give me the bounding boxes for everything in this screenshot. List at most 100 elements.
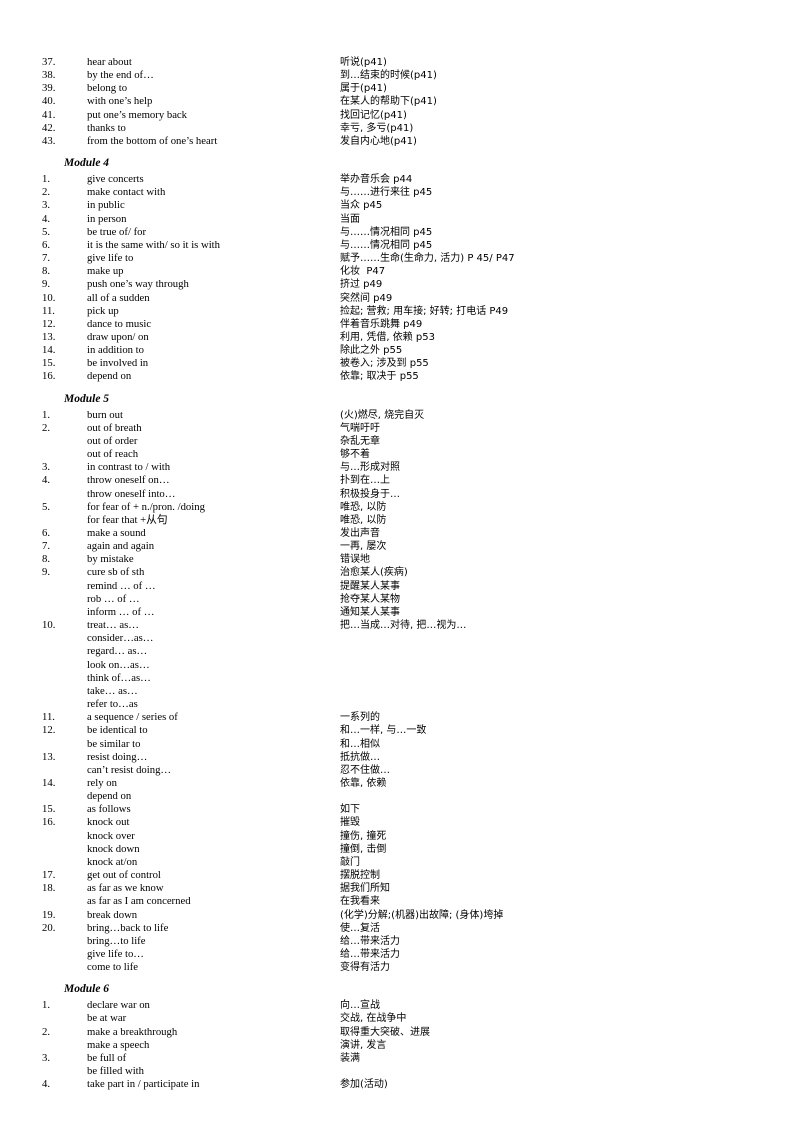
entry-chinese: 和…一样, 与…一致 bbox=[340, 725, 427, 737]
entry-english: remind … of … bbox=[87, 579, 156, 592]
entry-number: 15. bbox=[42, 357, 56, 370]
vocab-row: rob … of … 抢夺某人某物 bbox=[40, 593, 760, 606]
entry-english: burn out bbox=[87, 408, 123, 421]
entry-chinese: 当众 p45 bbox=[340, 200, 383, 212]
entry-english: as follows bbox=[87, 803, 131, 816]
entry-english: rob … of … bbox=[87, 592, 140, 605]
entry-english: hear about bbox=[87, 56, 132, 68]
vocab-row: regard… as… bbox=[40, 645, 760, 658]
vocab-row: be at war 交战, 在战争中 bbox=[40, 1012, 760, 1025]
vocab-row: 17. get out of control 摆脱控制 bbox=[40, 869, 760, 882]
entry-english: be identical to bbox=[87, 724, 148, 737]
vocab-row: 10. all of a sudden 突然间 p49 bbox=[40, 292, 760, 305]
entry-chinese: 幸亏, 多亏(p41) bbox=[340, 122, 414, 134]
entry-chinese: 依靠; 取决于 p55 bbox=[340, 371, 419, 383]
entry-number: 37. bbox=[42, 56, 56, 68]
vocab-row: 2. make contact with 与……进行来往 p45 bbox=[40, 186, 760, 199]
entry-number: 18. bbox=[42, 882, 56, 895]
entry-number: 10. bbox=[42, 291, 56, 304]
entry-chinese: 通知某人某事 bbox=[340, 606, 400, 618]
vocab-row: 11. a sequence / series of 一系列的 bbox=[40, 711, 760, 724]
vocab-row: 10. treat… as… 把…当成…对待, 把…视为… bbox=[40, 619, 760, 632]
entry-number: 40. bbox=[42, 95, 56, 108]
entry-chinese: 抵抗做… bbox=[340, 751, 380, 763]
entry-number: 4. bbox=[42, 212, 51, 225]
entry-english: come to life bbox=[87, 961, 139, 974]
vocab-row: remind … of … 提醒某人某事 bbox=[40, 580, 760, 593]
entry-english: it is the same with/ so it is with bbox=[87, 238, 220, 251]
entry-chinese: (化学)分解;(机器)出故障; (身体)垮掉 bbox=[340, 909, 504, 921]
entry-number: 7. bbox=[42, 252, 51, 265]
vocab-row: 41. put one’s memory back 找回记忆(p41) bbox=[40, 109, 760, 122]
entry-chinese: 利用, 凭借, 依赖 p53 bbox=[340, 331, 435, 343]
entry-number: 6. bbox=[42, 527, 51, 539]
vocab-row: 13. draw upon/ on 利用, 凭借, 依赖 p53 bbox=[40, 331, 760, 344]
vocab-row: 2. make a breakthrough 取得重大突破、进展 bbox=[40, 1026, 760, 1039]
entry-number: 5. bbox=[42, 225, 51, 238]
vocab-row: 4. take part in / participate in 参加(活动) bbox=[40, 1078, 760, 1091]
entry-english: take part in / participate in bbox=[87, 1078, 200, 1091]
vocab-row: 6. make a sound 发出声音 bbox=[40, 527, 760, 540]
entry-chinese: 找回记忆(p41) bbox=[340, 109, 407, 121]
vocab-row: knock down 撞倒, 击倒 bbox=[40, 843, 760, 856]
vocab-row: 14. in addition to 除此之外 p55 bbox=[40, 344, 760, 357]
entry-chinese: 摧毁 bbox=[340, 817, 360, 829]
entry-english: rely on bbox=[87, 776, 117, 789]
module-heading: Module 5 bbox=[64, 392, 110, 405]
vocab-row: 3. in public 当众 p45 bbox=[40, 199, 760, 212]
entry-english: in addition to bbox=[87, 344, 144, 357]
vocab-row: 15. as follows 如下 bbox=[40, 803, 760, 816]
entry-english: by mistake bbox=[87, 553, 134, 566]
entry-number: 5. bbox=[42, 500, 51, 513]
entry-english: dance to music bbox=[87, 317, 152, 330]
entry-english: pick up bbox=[87, 304, 119, 317]
vocab-row: 16. depend on 依靠; 取决于 p55 bbox=[40, 370, 760, 383]
entry-chinese: 听说(p41) bbox=[340, 57, 387, 68]
entry-number: 9. bbox=[42, 278, 51, 291]
entry-english: all of a sudden bbox=[87, 291, 150, 304]
entry-english: out of reach bbox=[87, 448, 139, 461]
entry-english: get out of control bbox=[87, 869, 161, 882]
entry-chinese: 如下 bbox=[340, 804, 360, 816]
vocab-row: 8. make up 化妆 P47 bbox=[40, 265, 760, 278]
entry-english: as far as I am concerned bbox=[87, 895, 191, 908]
entry-number: 42. bbox=[42, 121, 56, 134]
vocab-row: 20. bring…back to life 使…复活 bbox=[40, 922, 760, 935]
vocab-row: be filled with bbox=[40, 1065, 760, 1078]
entry-chinese: 发出声音 bbox=[340, 528, 380, 539]
entry-english: for fear that +从句 bbox=[87, 513, 168, 526]
entry-chinese: 唯恐, 以防 bbox=[340, 501, 387, 513]
vocab-row: come to life 变得有活力 bbox=[40, 961, 760, 974]
entry-english: bring…to life bbox=[87, 934, 146, 947]
entry-chinese: 敲门 bbox=[340, 856, 360, 868]
entry-english: make up bbox=[87, 265, 124, 278]
entry-chinese: 提醒某人某事 bbox=[340, 580, 400, 592]
vocab-row: out of reach 够不着 bbox=[40, 448, 760, 461]
entry-number: 3. bbox=[42, 461, 51, 474]
document-page: 37. hear about 听说(p41) 38. by the end of… 到…结… bbox=[0, 0, 800, 1134]
entry-chinese: 摆脱控制 bbox=[340, 870, 380, 882]
entry-english: make a speech bbox=[87, 1038, 150, 1051]
entry-english: out of order bbox=[87, 434, 138, 447]
entry-number: 9. bbox=[42, 566, 51, 579]
entry-chinese: 赋予……生命(生命力, 活力) P 45/ P47 bbox=[340, 253, 515, 265]
entry-chinese: 与……情况相同 p45 bbox=[340, 226, 433, 238]
entry-english: in person bbox=[87, 212, 127, 225]
module-heading: Module 6 bbox=[64, 983, 110, 996]
entry-chinese: 与…形成对照 bbox=[340, 462, 400, 474]
entry-chinese: 与……进行来往 p45 bbox=[340, 187, 433, 199]
entry-english: as far as we know bbox=[87, 882, 164, 895]
module-heading: Module 4 bbox=[64, 157, 110, 170]
entry-chinese: 除此之外 p55 bbox=[340, 345, 403, 357]
vocab-row: 39. belong to 属于(p41) bbox=[40, 82, 760, 95]
vocab-row: 12. be identical to 和…一样, 与…一致 bbox=[40, 724, 760, 737]
vocab-row: 11. pick up 捡起; 营救; 用车接; 好转; 打电话 P49 bbox=[40, 305, 760, 318]
entry-chinese: 抢夺某人某物 bbox=[340, 593, 400, 605]
vocab-row: 15. be involved in 被卷入; 涉及到 p55 bbox=[40, 357, 760, 370]
vocab-row: 2. out of breath 气喘吁吁 bbox=[40, 422, 760, 435]
entry-chinese: 据我们所知 bbox=[340, 883, 390, 895]
entry-english: knock down bbox=[87, 842, 140, 855]
entry-chinese: 在某人的帮助下(p41) bbox=[340, 96, 437, 108]
entry-chinese: 举办音乐会 p44 bbox=[340, 174, 413, 186]
entry-english: refer to…as bbox=[87, 698, 138, 711]
